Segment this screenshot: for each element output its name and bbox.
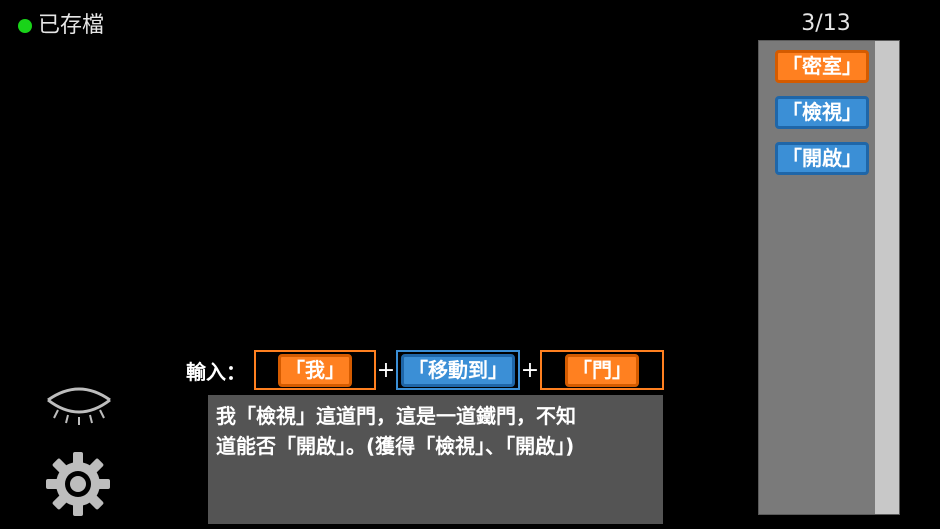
word-inventory-panel: 「密室」 「檢視」 「開啟」 (758, 40, 900, 515)
input-label: 輸入： (186, 359, 246, 384)
save-indicator-dot (18, 19, 32, 33)
progress-counter: 3/13 (801, 11, 851, 36)
gear-icon[interactable] (44, 450, 112, 518)
save-status-text: 已存檔 (38, 13, 105, 38)
message-box: 我「檢視」這道門，這是一道鐵門，不知 道能否「開啟」。(獲得「檢視」、「開啟」) (208, 395, 663, 524)
inventory-scrollbar[interactable] (875, 41, 899, 514)
eye-closed-icon[interactable] (44, 380, 114, 430)
word-chip-inspect[interactable]: 「檢視」 (775, 96, 869, 129)
word-list: 「密室」 「檢視」 「開啟」 (775, 50, 869, 175)
word-chip-open[interactable]: 「開啟」 (775, 142, 869, 175)
input-slot-verb[interactable]: 「移動到」 (396, 350, 520, 390)
game-screen: 已存檔 3/13 「密室」 「檢視」 「開啟」 輸入： 「我」 + 「移動到」 … (0, 0, 940, 529)
message-line-1: 我「檢視」這道門，這是一道鐵門，不知 (216, 404, 576, 428)
input-slot-object[interactable]: 「門」 (540, 350, 664, 390)
slot-chip-me[interactable]: 「我」 (278, 353, 352, 387)
slot-chip-move-to[interactable]: 「移動到」 (401, 353, 515, 387)
input-slot-subject[interactable]: 「我」 (254, 350, 376, 390)
plus-sign: + (376, 357, 396, 383)
command-input-row: 輸入： 「我」 + 「移動到」 + 「門」 (186, 350, 664, 390)
plus-sign: + (520, 357, 540, 383)
word-chip-secret-room[interactable]: 「密室」 (775, 50, 869, 83)
message-line-2: 道能否「開啟」。(獲得「檢視」、「開啟」) (216, 434, 575, 458)
save-status: 已存檔 (18, 12, 104, 40)
slot-chip-door[interactable]: 「門」 (565, 353, 639, 387)
